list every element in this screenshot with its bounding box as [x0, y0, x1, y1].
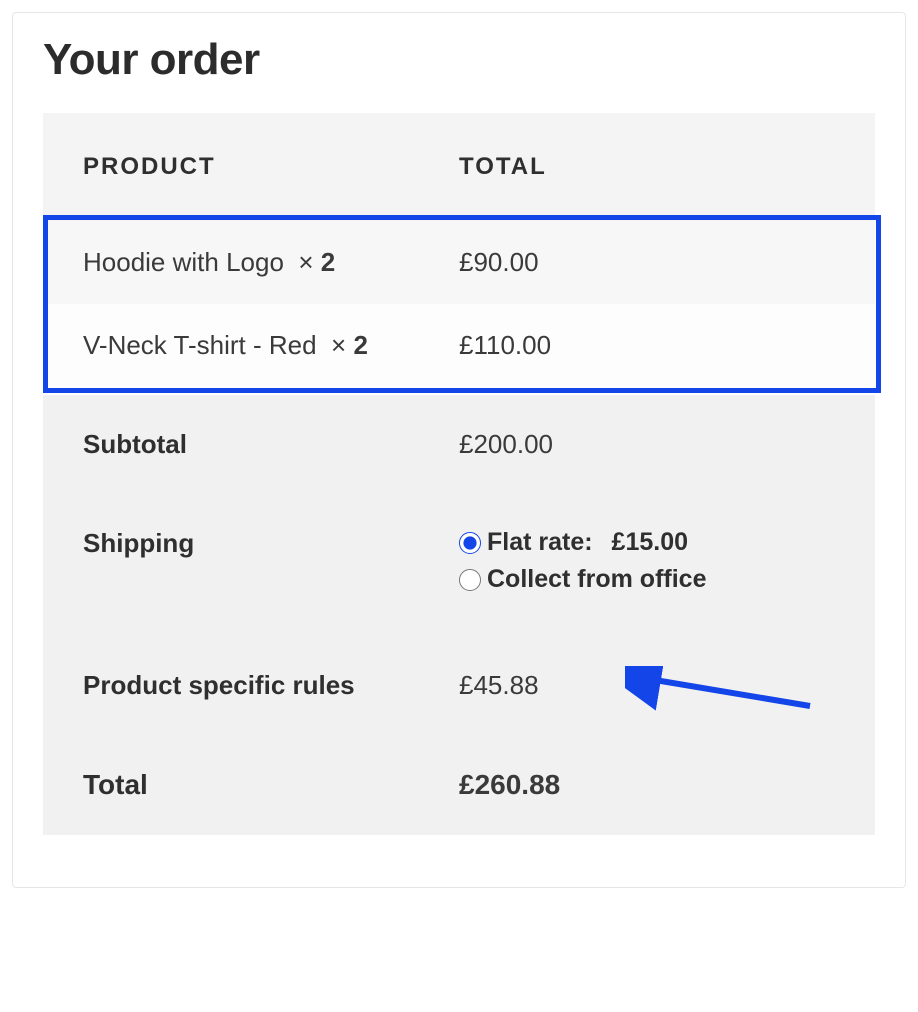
item-title: Hoodie with Logo: [83, 247, 284, 277]
totals-panel: Subtotal £200.00 Shipping Flat rate: £15…: [43, 395, 875, 857]
total-label: Total: [43, 769, 459, 801]
header-total: TOTAL: [459, 153, 835, 181]
item-name: V-Neck T-shirt - Red × 2: [83, 330, 459, 361]
table-row: Hoodie with Logo × 2 £90.00: [43, 221, 875, 304]
item-total: £90.00: [459, 247, 835, 278]
subtotal-label: Subtotal: [43, 429, 459, 460]
header-product: PRODUCT: [83, 153, 459, 181]
item-total: £110.00: [459, 330, 835, 361]
total-row: Total £260.88: [43, 735, 875, 835]
subtotal-row: Subtotal £200.00: [43, 395, 875, 494]
item-name: Hoodie with Logo × 2: [83, 247, 459, 278]
order-heading: Your order: [43, 35, 875, 85]
shipping-radio-flat-rate[interactable]: [459, 532, 481, 554]
totals-list: Subtotal £200.00 Shipping Flat rate: £15…: [43, 395, 875, 857]
shipping-option-collect[interactable]: Collect from office: [459, 565, 875, 594]
shipping-option-flat-rate[interactable]: Flat rate: £15.00: [459, 528, 875, 557]
table-row: V-Neck T-shirt - Red × 2 £110.00: [43, 304, 875, 387]
multiply-sign: ×: [331, 330, 346, 360]
order-review-card: Your order PRODUCT TOTAL Hoodie with Log…: [12, 12, 906, 888]
shipping-option-price: £15.00: [612, 528, 688, 557]
item-qty: 2: [321, 247, 335, 277]
shipping-option-label: Flat rate:: [487, 528, 593, 557]
subtotal-value: £200.00: [459, 429, 875, 460]
shipping-radio-collect[interactable]: [459, 569, 481, 591]
order-items: Hoodie with Logo × 2 £90.00 V-Neck T-shi…: [43, 221, 875, 387]
shipping-option-label: Collect from office: [487, 565, 706, 594]
arrow-annotation-icon: [625, 666, 815, 726]
fee-row: Product specific rules £45.88: [43, 636, 875, 735]
item-title: V-Neck T-shirt - Red: [83, 330, 317, 360]
total-value: £260.88: [459, 769, 875, 801]
table-header-row: PRODUCT TOTAL: [43, 113, 875, 221]
fee-label: Product specific rules: [43, 670, 459, 701]
shipping-row: Shipping Flat rate: £15.00 Collect from …: [43, 494, 875, 636]
shipping-label: Shipping: [43, 528, 459, 559]
multiply-sign: ×: [298, 247, 313, 277]
order-table: PRODUCT TOTAL Hoodie with Logo × 2 £90.0…: [43, 113, 875, 857]
shipping-options: Flat rate: £15.00 Collect from office: [459, 528, 875, 602]
item-qty: 2: [353, 330, 367, 360]
